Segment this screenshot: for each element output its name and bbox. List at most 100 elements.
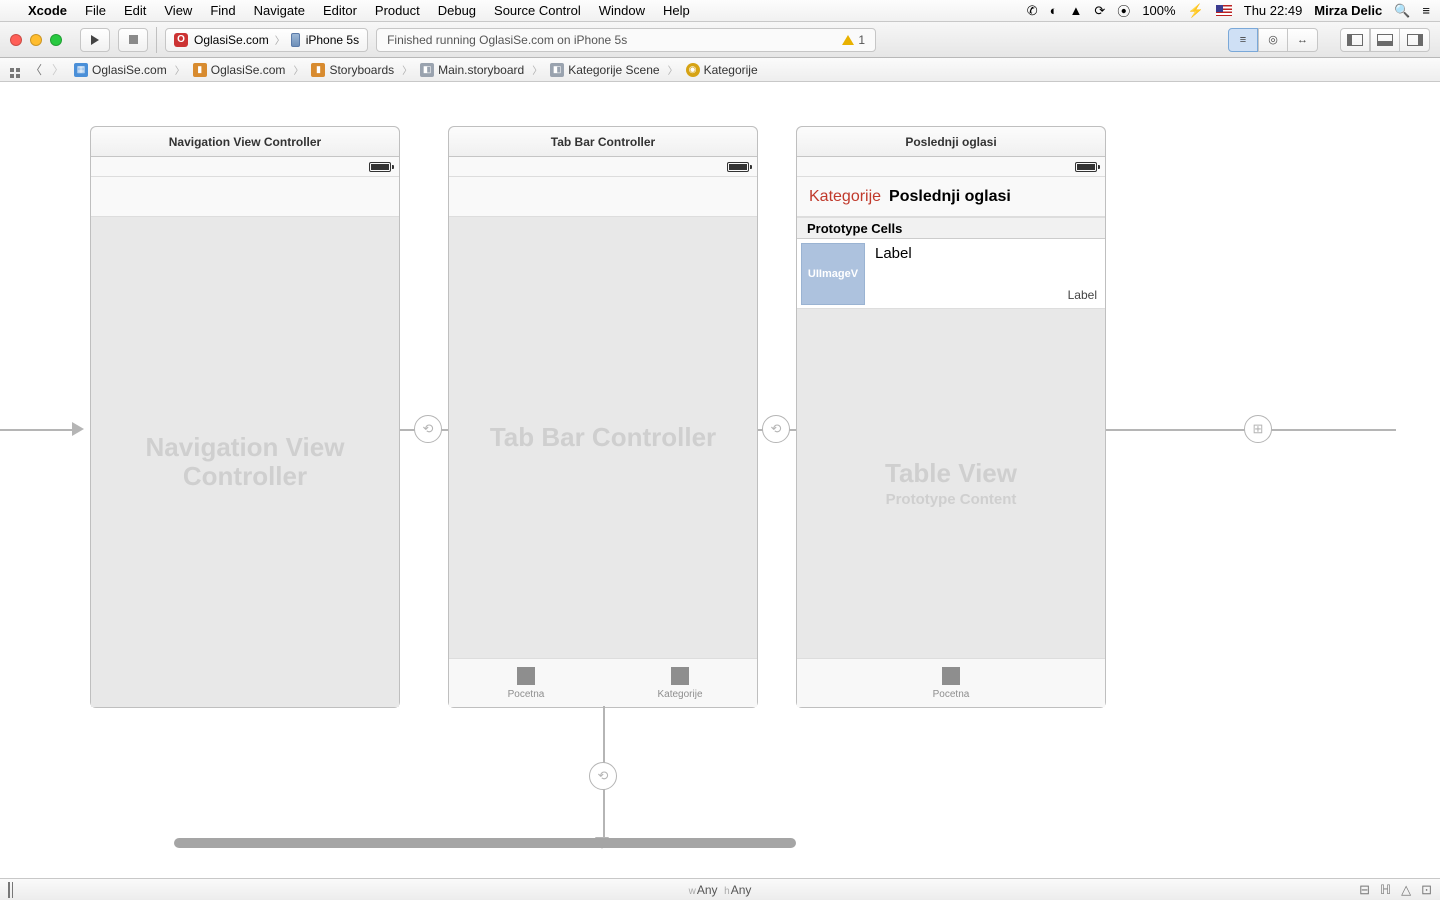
scene-navigation-controller[interactable]: Navigation View Controller Navigation Vi…	[90, 126, 400, 708]
battery-icon	[1075, 162, 1097, 172]
chevron-right-icon: 〉	[173, 62, 187, 77]
crumb-label: Kategorije	[704, 63, 758, 77]
menu-window[interactable]: Window	[599, 3, 645, 18]
menu-file[interactable]: File	[85, 3, 106, 18]
menu-navigate[interactable]: Navigate	[254, 3, 305, 18]
version-editor-button[interactable]: ↔	[1288, 28, 1318, 52]
assistant-editor-button[interactable]: ◎	[1258, 28, 1288, 52]
watermark-subtext: Prototype Content	[886, 491, 1017, 508]
tab-bar[interactable]: Pocetna Kategorije	[449, 658, 757, 707]
uiimageview[interactable]: UIImageV	[801, 243, 865, 305]
viber-icon[interactable]: ✆	[1027, 3, 1038, 19]
document-outline-toggle[interactable]	[8, 883, 10, 897]
resolve-issues-button[interactable]: △	[1401, 882, 1411, 898]
interface-builder-canvas[interactable]: Navigation View Controller Navigation Vi…	[0, 82, 1440, 878]
folder-icon: ▮	[311, 63, 325, 77]
segue-show-icon[interactable]: ⊞	[1244, 415, 1272, 443]
prototype-cells-header: Prototype Cells	[797, 217, 1105, 239]
stop-button[interactable]	[118, 28, 148, 52]
menu-product[interactable]: Product	[375, 3, 420, 18]
scene-title[interactable]: Tab Bar Controller	[449, 127, 757, 157]
menu-find[interactable]: Find	[210, 3, 235, 18]
spotlight-icon[interactable]: 🔍	[1394, 3, 1410, 19]
nav-back-button[interactable]: 〈	[26, 61, 46, 78]
crumb-group[interactable]: ▮OglasiSe.com	[189, 63, 290, 77]
size-class-control[interactable]: wAny hAny	[689, 883, 752, 897]
crumb-folder[interactable]: ▮Storyboards	[307, 63, 398, 77]
prototype-cell[interactable]: UIImageV Label Label	[797, 239, 1105, 309]
tab-label: Pocetna	[508, 689, 545, 700]
crumb-scene[interactable]: ◧Kategorije Scene	[546, 63, 663, 77]
chevron-right-icon: 〉	[666, 62, 680, 77]
segue-relationship-icon[interactable]: ⟲	[762, 415, 790, 443]
minimize-window-button[interactable]	[30, 34, 42, 46]
menu-source-control[interactable]: Source Control	[494, 3, 581, 18]
align-button[interactable]: ⊟	[1359, 882, 1370, 898]
toggle-debug-area-button[interactable]	[1370, 28, 1400, 52]
cell-detail-label[interactable]: Label	[1068, 288, 1097, 302]
nav-title[interactable]: Poslednji oglasi	[889, 188, 1011, 206]
storyboard-icon: ◧	[420, 63, 434, 77]
navigation-bar[interactable]	[449, 177, 757, 217]
menu-debug[interactable]: Debug	[438, 3, 476, 18]
drive-icon[interactable]: ▲	[1070, 3, 1083, 18]
crumb-label: OglasiSe.com	[92, 63, 167, 77]
menu-help[interactable]: Help	[663, 3, 690, 18]
pin-button[interactable]: ℍ	[1380, 882, 1391, 898]
menu-view[interactable]: View	[164, 3, 192, 18]
size-class-height: Any	[731, 883, 752, 897]
warning-icon	[842, 35, 854, 45]
toggle-utilities-button[interactable]	[1400, 28, 1430, 52]
jump-bar: 〈 〉 ▦OglasiSe.com 〉 ▮OglasiSe.com 〉 ▮Sto…	[0, 58, 1440, 82]
canvas-bottom-bar: wAny hAny ⊟ ℍ △ ⊡	[0, 878, 1440, 900]
notification-center-icon[interactable]: ≡	[1422, 3, 1430, 18]
outline-icon	[8, 882, 10, 898]
app-menu[interactable]: Xcode	[28, 3, 67, 18]
battery-icon[interactable]: ⚡	[1188, 3, 1204, 19]
tab-item-pocetna[interactable]: Pocetna	[797, 659, 1105, 707]
resizing-button[interactable]: ⊡	[1421, 882, 1432, 898]
navigation-bar[interactable]	[91, 177, 399, 217]
scene-tabbar-controller[interactable]: Tab Bar Controller Tab Bar Controller Po…	[448, 126, 758, 708]
size-class-width: Any	[697, 883, 718, 897]
tab-bar[interactable]: Pocetna	[797, 658, 1105, 707]
battery-percent: 100%	[1142, 3, 1175, 18]
close-window-button[interactable]	[10, 34, 22, 46]
segue-root-icon[interactable]: ⟲	[414, 415, 442, 443]
activity-status[interactable]: Finished running OglasiSe.com on iPhone …	[376, 28, 876, 52]
crumb-object[interactable]: ◉Kategorije	[682, 63, 762, 77]
standard-editor-button[interactable]: ≡	[1228, 28, 1258, 52]
panel-right-icon	[1407, 34, 1423, 46]
tab-item-kategorije[interactable]: Kategorije	[603, 659, 757, 707]
xcode-toolbar: O OglasiSe.com 〉 iPhone 5s Finished runn…	[0, 22, 1440, 58]
related-items-button[interactable]	[6, 61, 24, 78]
navigation-bar[interactable]: Kategorije Poslednji oglasi	[797, 177, 1105, 217]
horizontal-scrollbar[interactable]	[174, 838, 796, 848]
controller-placeholder: Tab Bar Controller	[449, 217, 757, 658]
crumb-project[interactable]: ▦OglasiSe.com	[70, 63, 171, 77]
menu-editor[interactable]: Editor	[323, 3, 357, 18]
toggle-navigator-button[interactable]	[1340, 28, 1370, 52]
sync-icon[interactable]: ⟳	[1094, 3, 1105, 19]
menu-edit[interactable]: Edit	[124, 3, 146, 18]
nav-forward-button[interactable]: 〉	[48, 61, 68, 78]
wifi-icon[interactable]: ⦿	[1117, 1, 1130, 20]
scene-title[interactable]: Poslednji oglasi	[797, 127, 1105, 157]
watermark-text: Tab Bar Controller	[490, 423, 716, 452]
scheme-selector[interactable]: O OglasiSe.com 〉 iPhone 5s	[165, 28, 368, 52]
crumb-storyboard[interactable]: ◧Main.storyboard	[416, 63, 528, 77]
segue-relationship-icon[interactable]: ⟲	[589, 762, 617, 790]
tab-item-pocetna[interactable]: Pocetna	[449, 659, 603, 707]
menubar-user[interactable]: Mirza Delic	[1314, 3, 1382, 18]
run-button[interactable]	[80, 28, 110, 52]
nav-back-button[interactable]: Kategorije	[809, 188, 881, 206]
zoom-window-button[interactable]	[50, 34, 62, 46]
cell-title-label[interactable]: Label	[875, 245, 912, 262]
input-source-flag-icon[interactable]	[1216, 5, 1232, 16]
scene-title[interactable]: Navigation View Controller	[91, 127, 399, 157]
status-icon[interactable]: ◐	[1050, 3, 1058, 18]
size-class-w-prefix: w	[689, 886, 696, 897]
menubar-clock[interactable]: Thu 22:49	[1244, 3, 1303, 18]
scene-poslednji-oglasi[interactable]: Poslednji oglasi Kategorije Poslednji og…	[796, 126, 1106, 708]
scheme-target: OglasiSe.com	[194, 33, 269, 47]
